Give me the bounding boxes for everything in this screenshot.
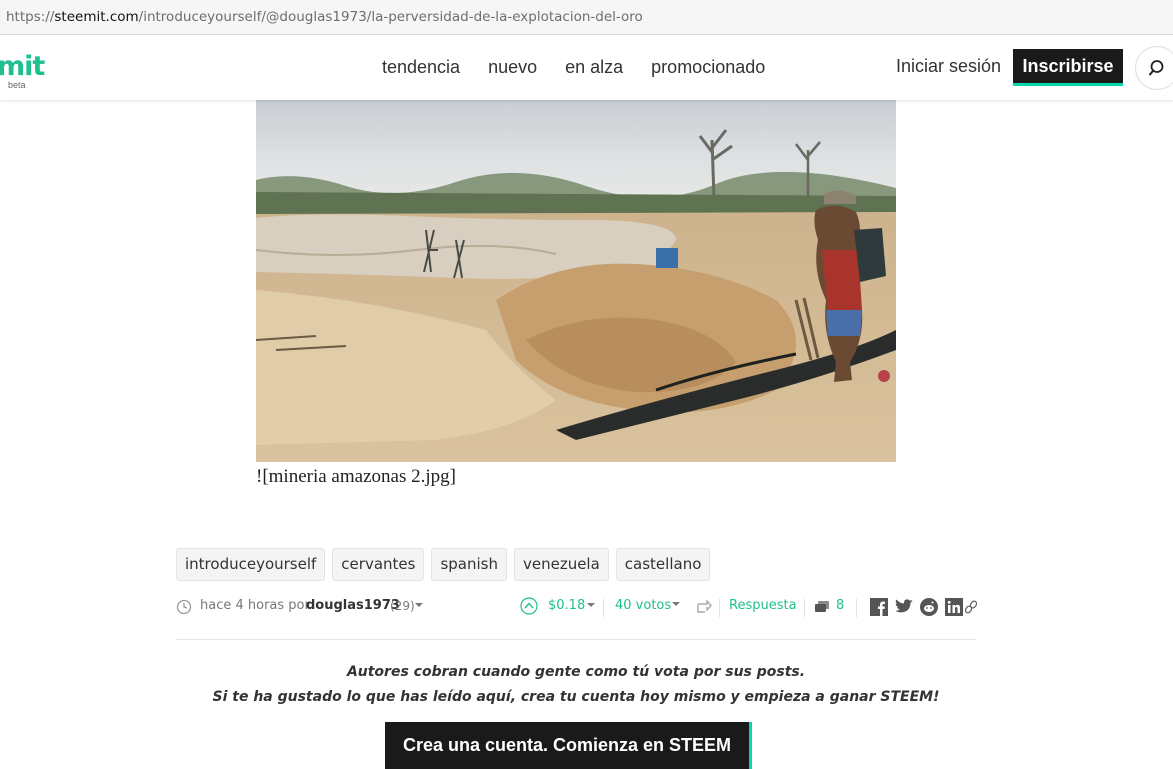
signup-prompt-line-1: Autores cobran cuando gente como tú vota… <box>346 664 806 680</box>
signup-prompt: Autores cobran cuando gente como tú vota… <box>176 660 976 710</box>
meta-separator <box>719 599 720 617</box>
votes-dropdown-icon[interactable] <box>671 599 681 609</box>
nav-new[interactable]: nuevo <box>488 57 537 78</box>
nav-promoted[interactable]: promocionado <box>651 57 765 78</box>
tag-list: introduceyourself cervantes spanish vene… <box>176 548 711 581</box>
tag-cervantes[interactable]: cervantes <box>332 548 425 581</box>
reply-link[interactable]: Respuesta <box>729 598 797 613</box>
signup-prompt-line-2: Si te ha gustado lo que has leído aquí, … <box>212 689 940 705</box>
url-text[interactable]: https://steemit.com/introduceyourself/@d… <box>6 9 643 25</box>
signup-button[interactable]: Inscribirse <box>1013 49 1123 86</box>
main-nav: tendencia nuevo en alza promocionado <box>382 57 765 78</box>
facebook-icon[interactable] <box>870 598 888 616</box>
twitter-icon[interactable] <box>894 598 914 616</box>
tag-castellano[interactable]: castellano <box>615 548 711 581</box>
clock-icon <box>176 599 192 615</box>
post-time: hace 4 horas por <box>200 598 310 613</box>
comments-icon[interactable] <box>814 600 830 614</box>
nav-hot[interactable]: en alza <box>565 57 623 78</box>
url-domain: steemit.com <box>54 9 139 25</box>
search-icon <box>1149 60 1164 76</box>
steemit-logo[interactable]: mit <box>0 51 45 82</box>
meta-separator <box>804 599 805 617</box>
url-scheme: https:// <box>6 9 55 25</box>
linkedin-icon[interactable] <box>945 598 963 616</box>
reddit-icon[interactable] <box>920 598 938 616</box>
resteem-icon[interactable] <box>696 600 712 614</box>
create-account-button[interactable]: Crea una cuenta. Comienza en STEEM <box>385 722 752 769</box>
login-link[interactable]: Iniciar sesión <box>896 56 1001 77</box>
meta-separator <box>856 599 857 617</box>
tag-spanish[interactable]: spanish <box>431 548 507 581</box>
author-reputation: (29) <box>390 599 415 613</box>
logo-beta-badge: beta <box>8 80 26 90</box>
meta-separator <box>603 599 604 617</box>
browser-url-bar[interactable]: https://steemit.com/introduceyourself/@d… <box>0 0 1173 35</box>
image-markdown-text: ![mineria amazonas 2.jpg] <box>256 466 456 487</box>
link-icon[interactable] <box>965 600 977 614</box>
payout-value[interactable]: $0.18 <box>548 598 585 613</box>
author-dropdown-icon[interactable] <box>414 600 424 610</box>
author-link[interactable]: douglas1973 <box>306 598 400 613</box>
nav-trending[interactable]: tendencia <box>382 57 460 78</box>
payout-dropdown-icon[interactable] <box>586 600 596 610</box>
site-header: mit beta tendencia nuevo en alza promoci… <box>0 35 1173 100</box>
comments-count[interactable]: 8 <box>836 598 844 613</box>
url-path: /introduceyourself/@douglas1973/la-perve… <box>138 9 643 25</box>
votes-count[interactable]: 40 votos <box>615 598 671 613</box>
post-image <box>256 100 896 462</box>
tag-introduceyourself[interactable]: introduceyourself <box>176 548 326 581</box>
tag-venezuela[interactable]: venezuela <box>513 548 609 581</box>
section-divider <box>176 639 976 640</box>
search-button[interactable] <box>1135 46 1173 90</box>
post-meta-row: hace 4 horas por douglas1973 (29) $0.18 … <box>176 597 977 619</box>
upvote-icon[interactable] <box>520 597 538 615</box>
